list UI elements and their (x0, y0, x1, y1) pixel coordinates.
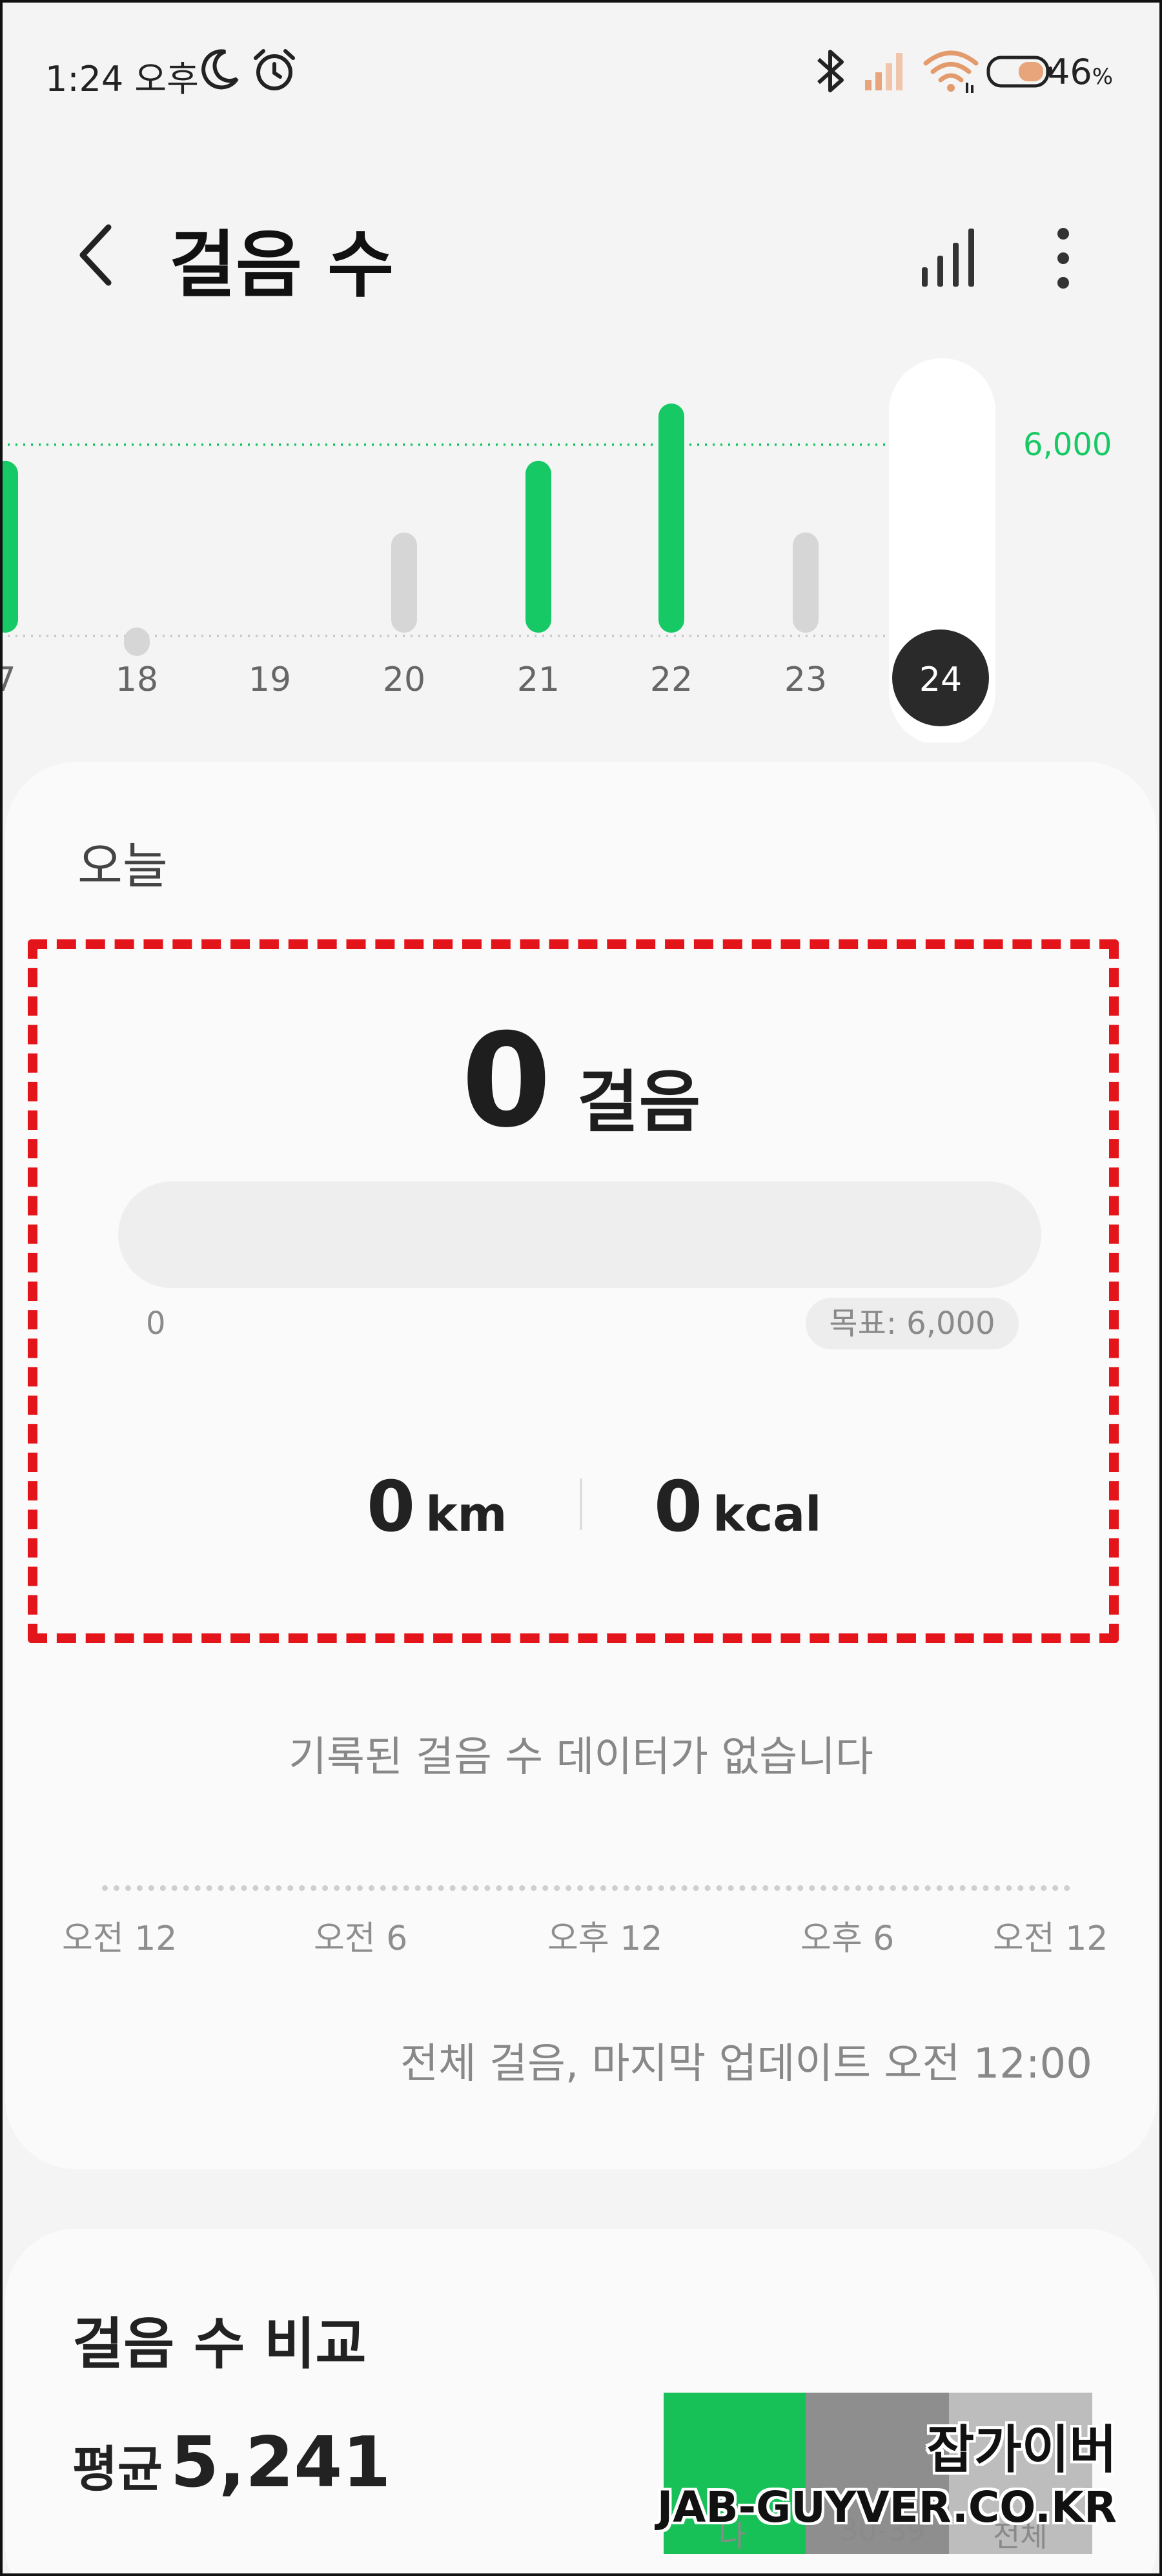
chart-bar-day-7[interactable] (0, 460, 18, 633)
status-time: 1:24 오후 (45, 59, 199, 99)
moon-icon (201, 49, 239, 90)
steps-unit: 걸음 (576, 1063, 701, 1141)
chart-day-label-20[interactable]: 20 (383, 660, 425, 699)
status-bar: 1:24 오후 46% (0, 0, 1162, 142)
time-label-am12-end: 오전 12 (993, 1919, 1108, 1958)
battery-percent: 46% (1047, 52, 1113, 92)
goal-badge[interactable]: 목표: 6,000 (806, 1298, 1019, 1349)
distance-value: 0 (367, 1467, 416, 1548)
calories-value: 0 (654, 1467, 703, 1548)
average-label: 평균 (72, 2440, 163, 2498)
wifi-icon (923, 50, 979, 93)
watermark-korean: 잡가이버 (926, 2420, 1117, 2480)
chart-day-label-22[interactable]: 22 (650, 660, 693, 699)
bluetooth-icon (817, 50, 844, 92)
chart-bar-day-22[interactable] (658, 404, 684, 633)
chart-day-label-23[interactable]: 23 (784, 660, 827, 699)
chart-day-label-7[interactable]: 7 (0, 660, 16, 699)
chart-day-label-24[interactable]: 24 (919, 660, 962, 699)
today-card: 오늘 0 걸음 0 목표: 6,000 0 km 0 kcal 기록된 걸음 수 데이… (5, 762, 1157, 2169)
time-label-am12: 오전 12 (62, 1919, 178, 1958)
back-arrow-icon[interactable] (71, 220, 123, 291)
distance-stat: 0 km (367, 1467, 507, 1548)
hourly-timeline (102, 1885, 1070, 1891)
watermark-domain: JAB-GUYVER.CO.KR (657, 2482, 1117, 2532)
chart-day-label-18[interactable]: 18 (116, 660, 158, 699)
average-steps: 평균 5,241 (72, 2422, 391, 2503)
steps-count: 0 (461, 1006, 551, 1156)
more-vertical-icon[interactable] (1041, 220, 1086, 297)
today-label: 오늘 (77, 837, 168, 895)
calories-unit: kcal (713, 1487, 822, 1542)
alarm-icon (254, 49, 295, 90)
calories-stat: 0 kcal (654, 1467, 822, 1548)
weekly-steps-chart[interactable]: 6,000 7 18 19 20 21 22 23 24 (0, 342, 1162, 742)
chart-bar-day-21[interactable] (525, 460, 551, 633)
chart-bars (0, 404, 819, 656)
chart-bar-day-20[interactable] (391, 532, 417, 633)
time-label-pm12: 오후 12 (547, 1919, 663, 1958)
average-value: 5,241 (170, 2422, 391, 2503)
page-title: 걸음 수 (169, 223, 394, 307)
chart-bar-day-18[interactable] (124, 628, 150, 656)
signal-icon (865, 53, 902, 90)
stat-divider (580, 1478, 582, 1530)
chart-bar-day-23[interactable] (793, 532, 819, 633)
progress-min-label: 0 (146, 1305, 166, 1342)
chart-day-label-21[interactable]: 21 (517, 660, 560, 699)
steps-progress-bar (118, 1181, 1041, 1288)
time-label-am6: 오전 6 (314, 1919, 408, 1958)
battery-icon (986, 56, 1052, 88)
last-update-text: 전체 걸음, 마지막 업데이트 오전 12:00 (400, 2040, 1092, 2088)
no-data-message: 기록된 걸음 수 데이터가 없습니다 (289, 1733, 873, 1781)
goal-value-label: 6,000 (1023, 427, 1112, 463)
bar-chart-icon[interactable] (917, 225, 981, 289)
steps-summary: 0 걸음 (5, 1006, 1157, 1156)
compare-title: 걸음 수 비교 (72, 2312, 367, 2377)
time-label-pm6: 오후 6 (800, 1919, 895, 1958)
distance-unit: km (425, 1487, 507, 1542)
chart-day-label-19[interactable]: 19 (249, 660, 291, 699)
